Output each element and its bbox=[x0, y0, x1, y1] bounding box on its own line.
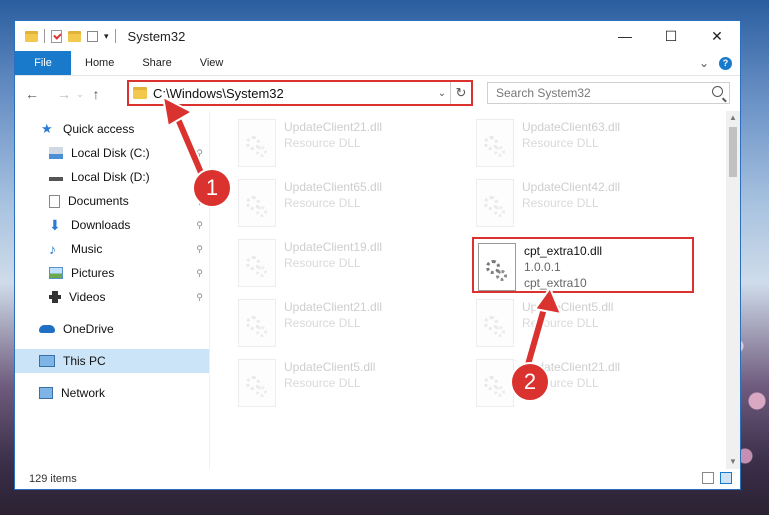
step-2-badge: 2 bbox=[510, 362, 550, 402]
annotation-arrows bbox=[161, 95, 563, 373]
arrow-to-address-bar bbox=[161, 95, 207, 180]
step-1-badge: 1 bbox=[192, 168, 232, 208]
arrow-to-dll-file bbox=[522, 285, 563, 373]
